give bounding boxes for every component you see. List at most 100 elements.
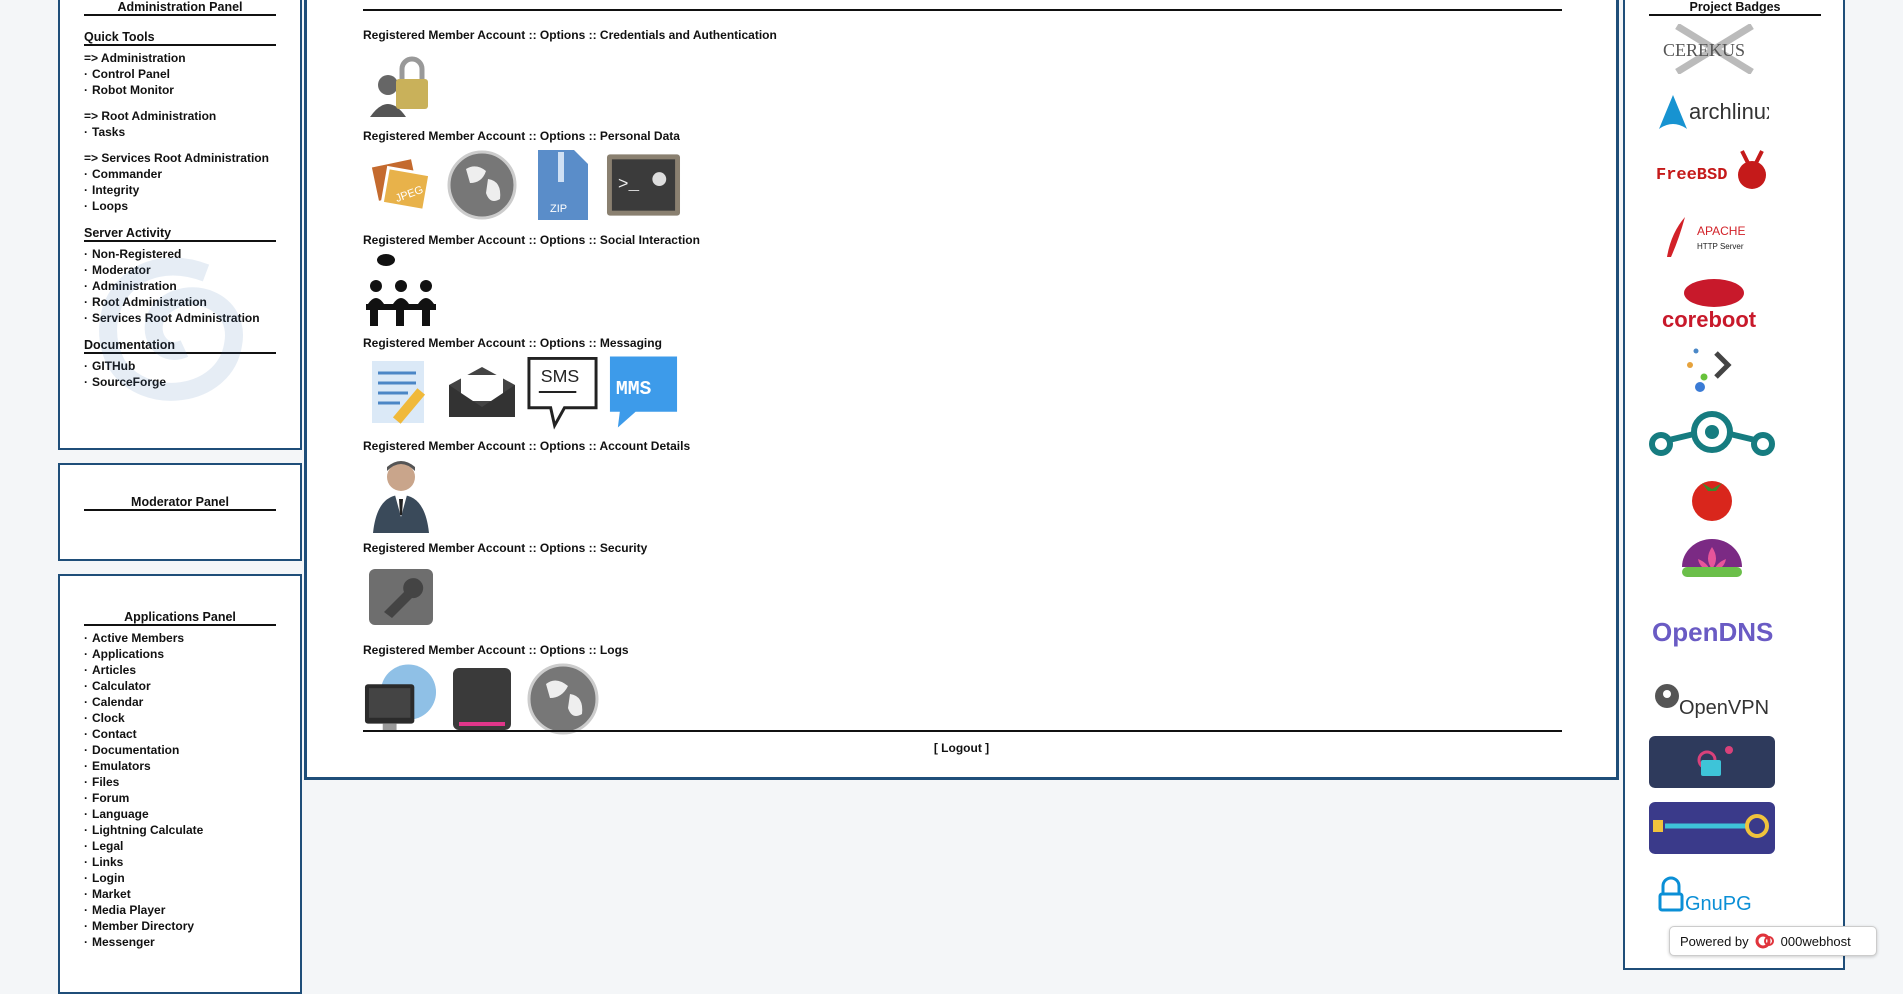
nav-item[interactable]: · Tasks [84, 124, 276, 140]
nav-item[interactable]: · GITHub [84, 358, 276, 374]
user-lock-icon[interactable] [363, 46, 438, 121]
hard-drive-icon[interactable] [444, 661, 519, 736]
bottom-divider [363, 730, 1562, 732]
group-header-administration[interactable]: => Administration [84, 50, 276, 66]
powered-label: Powered by [1680, 933, 1749, 949]
svg-text:HTTP Server: HTTP Server [1697, 242, 1744, 251]
panel-title: Project Badges [1689, 0, 1781, 14]
application-item[interactable]: · Files [84, 774, 276, 790]
nav-item[interactable]: · Services Root Administration [84, 310, 276, 326]
nav-item[interactable]: · Root Administration [84, 294, 276, 310]
bullet: · [84, 887, 88, 901]
application-label: Contact [92, 727, 137, 741]
000webhost-logo-icon [1755, 933, 1774, 949]
top-divider [363, 9, 1562, 11]
application-item[interactable]: · Login [84, 870, 276, 886]
globe-icon[interactable] [444, 147, 519, 222]
nav-item[interactable]: · Loops [84, 198, 276, 214]
group-header-services-root-administration[interactable]: => Services Root Administration [84, 150, 276, 166]
bullet: · [84, 807, 88, 821]
zip-file-icon[interactable]: ZIP [525, 147, 600, 222]
application-item[interactable]: · Articles [84, 662, 276, 678]
section-messaging: Registered Member Account :: Options :: … [363, 336, 681, 430]
powered-by-widget[interactable]: Powered by 000webhost [1669, 926, 1877, 956]
application-label: Calendar [92, 695, 144, 709]
nav-item[interactable]: · Administration [84, 278, 276, 294]
application-item[interactable]: · Contact [84, 726, 276, 742]
documentation-heading: Documentation [84, 338, 175, 352]
wrench-icon[interactable] [363, 559, 438, 634]
application-item[interactable]: · Clock [84, 710, 276, 726]
bullet: · [84, 743, 88, 757]
application-item[interactable]: · Documentation [84, 742, 276, 758]
section-personal-data: Registered Member Account :: Options :: … [363, 129, 681, 222]
logout-link[interactable]: Logout [941, 741, 982, 755]
application-item[interactable]: · Messenger [84, 934, 276, 950]
archlinux-badge[interactable]: archlinux [1649, 86, 1775, 136]
application-item[interactable]: · Calendar [84, 694, 276, 710]
nav-item[interactable]: · Integrity [84, 182, 276, 198]
group-header-root-administration[interactable]: => Root Administration [84, 108, 276, 124]
notepad-pencil-icon[interactable] [363, 354, 438, 429]
application-item[interactable]: · Member Directory [84, 918, 276, 934]
application-item[interactable]: · Applications [84, 646, 276, 662]
application-item[interactable]: · Market [84, 886, 276, 902]
divider [84, 624, 276, 626]
nav-item[interactable]: · Moderator [84, 262, 276, 278]
application-item[interactable]: · Media Player [84, 902, 276, 918]
gnupg-badge[interactable]: GnuPG [1649, 868, 1775, 918]
coreboot-badge[interactable]: coreboot [1649, 272, 1775, 334]
lineageos-badge[interactable] [1649, 404, 1775, 460]
meeting-people-icon[interactable] [363, 251, 438, 326]
svg-text:APACHE: APACHE [1697, 224, 1745, 238]
nav-item[interactable]: · Robot Monitor [84, 82, 276, 98]
jpeg-images-icon[interactable]: JPEG [363, 147, 438, 222]
application-item[interactable]: · Calculator [84, 678, 276, 694]
application-label: Lightning Calculate [92, 823, 204, 837]
encryption-key-badge[interactable] [1649, 802, 1775, 854]
mms-bubble-icon[interactable]: MMS [606, 354, 681, 429]
keys-illustration-badge[interactable] [1649, 736, 1775, 788]
application-item[interactable]: · Lightning Calculate [84, 822, 276, 838]
project-badges-panel: Project Badges CEREKUS archlinux FreeBSD… [1623, 0, 1845, 970]
arrow-dots-badge[interactable] [1649, 342, 1775, 394]
application-label: Legal [92, 839, 124, 853]
section-title: Registered Member Account :: Options :: … [363, 233, 700, 247]
envelope-icon[interactable] [444, 354, 519, 429]
application-label: Clock [92, 711, 125, 725]
application-item[interactable]: · Language [84, 806, 276, 822]
cerberus-badge[interactable]: CEREKUS [1649, 22, 1775, 76]
application-item[interactable]: · Forum [84, 790, 276, 806]
panel-title: Administration Panel [117, 0, 243, 14]
opendns-badge[interactable]: OpenDNS [1649, 604, 1775, 658]
application-item[interactable]: · Emulators [84, 758, 276, 774]
terminal-icon[interactable]: >_ [606, 147, 681, 222]
application-item[interactable]: · Active Members [84, 630, 276, 646]
bullet: · [84, 919, 88, 933]
section-title: Registered Member Account :: Options :: … [363, 643, 629, 657]
businessman-icon[interactable] [363, 457, 438, 533]
freebsd-badge[interactable]: FreeBSD [1649, 144, 1775, 202]
lotus-badge[interactable] [1649, 536, 1775, 592]
bullet: · [84, 823, 88, 837]
sms-bubble-icon[interactable]: SMS [525, 354, 600, 430]
nav-item[interactable]: · Control Panel [84, 66, 276, 82]
section-logs: Registered Member Account :: Options :: … [363, 643, 629, 736]
application-item[interactable]: · Legal [84, 838, 276, 854]
application-label: Applications [92, 647, 165, 661]
moderator-panel: Moderator Panel [58, 463, 302, 561]
divider [84, 352, 276, 354]
monitor-globe-icon[interactable] [363, 661, 438, 736]
nav-item[interactable]: · SourceForge [84, 374, 276, 390]
application-item[interactable]: · Links [84, 854, 276, 870]
nav-item[interactable]: · Commander [84, 166, 276, 182]
spacer [84, 98, 276, 108]
openvpn-badge[interactable]: OpenVPN [1649, 672, 1775, 726]
tomato-badge[interactable] [1649, 472, 1775, 524]
bullet: · [84, 791, 88, 805]
powered-brand: 000webhost [1780, 933, 1851, 949]
globe-icon[interactable] [525, 661, 600, 736]
svg-text:MMS: MMS [616, 377, 652, 399]
nav-item[interactable]: · Non-Registered [84, 246, 276, 262]
apache-badge[interactable]: APACHE HTTP Server [1649, 212, 1775, 262]
